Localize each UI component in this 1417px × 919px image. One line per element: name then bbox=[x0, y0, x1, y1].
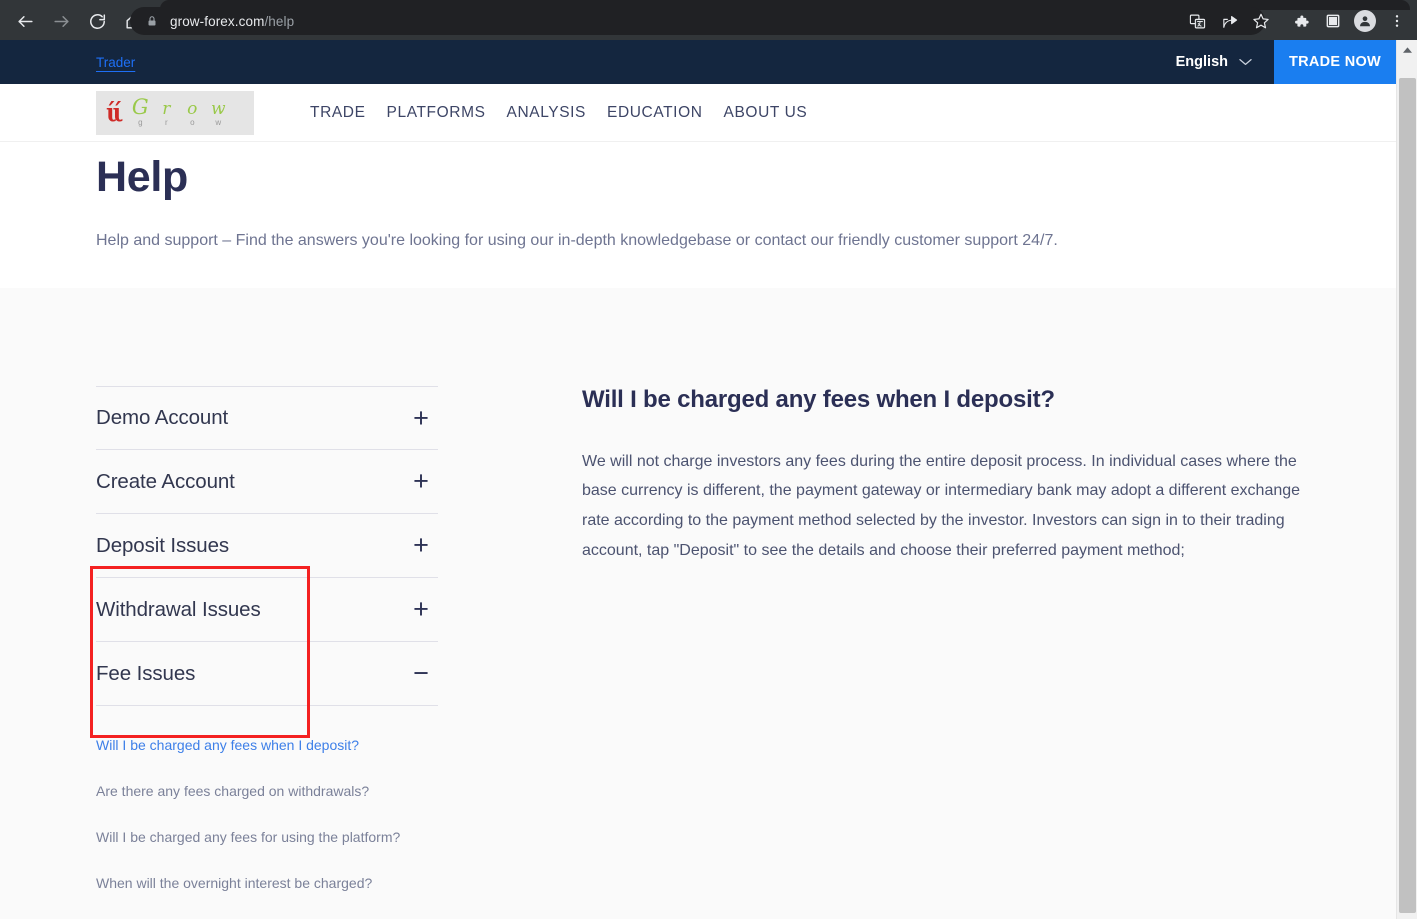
topbar-right-group: English TRADE NOW bbox=[1176, 40, 1396, 84]
language-label: English bbox=[1175, 54, 1228, 70]
site-topbar: Trader English TRADE NOW bbox=[0, 40, 1396, 84]
language-selector[interactable]: English bbox=[1176, 40, 1274, 84]
trader-link[interactable]: Trader bbox=[96, 55, 135, 70]
accordion-item-fee-issues[interactable]: Fee Issues − bbox=[96, 642, 438, 706]
profile-avatar-icon[interactable] bbox=[1349, 7, 1381, 35]
page-viewport: Trader English TRADE NOW ίί G g r r o o … bbox=[0, 40, 1396, 919]
accordion-label: Demo Account bbox=[96, 406, 229, 429]
logo-letter: w w bbox=[205, 98, 231, 128]
url-text: grow-forex.com/help bbox=[170, 14, 294, 29]
logo-letter-small: g bbox=[138, 117, 143, 127]
lock-icon bbox=[146, 14, 158, 28]
trade-now-button[interactable]: TRADE NOW bbox=[1274, 40, 1396, 84]
logo-letter-big: r bbox=[162, 98, 171, 119]
chevron-down-icon bbox=[1239, 54, 1252, 70]
logo-letter-small: r bbox=[164, 117, 168, 127]
faq-link-platform-fees[interactable]: Will I be charged any fees for using the… bbox=[96, 820, 438, 855]
nav-item-education[interactable]: EDUCATION bbox=[607, 104, 703, 122]
page-title: Help bbox=[96, 153, 188, 201]
logo-letter: G g bbox=[127, 94, 153, 128]
plus-icon: + bbox=[413, 594, 429, 624]
faq-link-calculate-overnight-interest[interactable]: How to calculate overnight interest? bbox=[96, 912, 438, 919]
faq-link-list: Will I be charged any fees when I deposi… bbox=[96, 728, 438, 919]
side-panel-icon[interactable] bbox=[1317, 7, 1349, 35]
accordion-label: Fee Issues bbox=[96, 661, 196, 685]
logo-letter-big: o bbox=[187, 98, 198, 119]
faq-link-withdrawal-fees[interactable]: Are there any fees charged on withdrawal… bbox=[96, 774, 438, 809]
url-domain: grow-forex.com bbox=[170, 13, 265, 29]
extensions-puzzle-icon[interactable] bbox=[1285, 7, 1317, 35]
article-body: We will not charge investors any fees du… bbox=[582, 452, 1301, 559]
accordion-label: Withdrawal Issues bbox=[96, 597, 261, 621]
logo-letter-big: w bbox=[211, 98, 226, 119]
logo-letter: r r bbox=[153, 98, 179, 128]
accordion-item-demo-account[interactable]: Demo Account + bbox=[96, 386, 438, 450]
logo-letter-small: o bbox=[190, 117, 195, 127]
faq-sidebar: Demo Account + Create Account + Deposit … bbox=[96, 386, 438, 919]
hero-section: Help Help and support – Find the answers… bbox=[0, 142, 1396, 288]
faq-link-deposit-fees[interactable]: Will I be charged any fees when I deposi… bbox=[96, 728, 438, 763]
content-section: Demo Account + Create Account + Deposit … bbox=[0, 288, 1396, 919]
faq-link-overnight-interest-charged[interactable]: When will the overnight interest be char… bbox=[96, 866, 438, 901]
browser-chrome: grow-forex.com/help bbox=[0, 0, 1417, 40]
address-bar[interactable]: grow-forex.com/help bbox=[130, 7, 1265, 35]
accordion-label: Deposit Issues bbox=[96, 533, 230, 557]
logo-mark-icon: ίί bbox=[106, 97, 123, 128]
kebab-menu-icon[interactable] bbox=[1381, 7, 1413, 35]
forward-arrow-icon[interactable] bbox=[44, 7, 78, 35]
minus-icon: − bbox=[413, 658, 429, 688]
plus-icon: + bbox=[413, 530, 429, 560]
logo-letter-big: G bbox=[131, 94, 149, 119]
nav-item-analysis[interactable]: ANALYSIS bbox=[507, 104, 586, 122]
nav-item-about-us[interactable]: ABOUT US bbox=[724, 104, 808, 122]
accordion-item-withdrawal-issues[interactable]: Withdrawal Issues + bbox=[96, 578, 438, 642]
article-panel: Will I be charged any fees when I deposi… bbox=[582, 386, 1322, 919]
scroll-up-arrow-icon[interactable] bbox=[1397, 40, 1417, 60]
back-arrow-icon[interactable] bbox=[8, 7, 42, 35]
translate-icon[interactable] bbox=[1181, 7, 1213, 35]
article-title: Will I be charged any fees when I deposi… bbox=[582, 386, 1055, 413]
plus-icon: + bbox=[413, 402, 429, 433]
site-logo[interactable]: ίί G g r r o o w w bbox=[96, 90, 254, 135]
bookmark-star-icon[interactable] bbox=[1245, 7, 1277, 35]
main-navigation: TRADE PLATFORMS ANALYSIS EDUCATION ABOUT… bbox=[310, 104, 807, 122]
site-header: ίί G g r r o o w w TRADE PLATFORMS ANALY… bbox=[0, 84, 1396, 142]
logo-letter: o o bbox=[179, 98, 205, 128]
nav-item-trade[interactable]: TRADE bbox=[310, 104, 366, 122]
browser-toolbar-icons bbox=[1181, 7, 1413, 35]
logo-letter-small: w bbox=[215, 117, 222, 127]
nav-item-platforms[interactable]: PLATFORMS bbox=[387, 104, 486, 122]
accordion-item-deposit-issues[interactable]: Deposit Issues + bbox=[96, 514, 438, 578]
share-icon[interactable] bbox=[1213, 7, 1245, 35]
page-scrollbar[interactable] bbox=[1396, 40, 1417, 919]
page-subtitle: Help and support – Find the answers you'… bbox=[96, 232, 1058, 250]
avatar bbox=[1354, 10, 1376, 32]
url-path: /help bbox=[264, 13, 295, 29]
plus-icon: + bbox=[413, 466, 429, 496]
reload-icon[interactable] bbox=[80, 7, 114, 35]
logo-wordmark: G g r r o o w w bbox=[127, 94, 231, 128]
accordion-item-create-account[interactable]: Create Account + bbox=[96, 450, 438, 514]
scrollbar-thumb[interactable] bbox=[1399, 78, 1416, 913]
browser-nav-buttons bbox=[8, 7, 150, 35]
accordion-label: Create Account bbox=[96, 469, 235, 493]
